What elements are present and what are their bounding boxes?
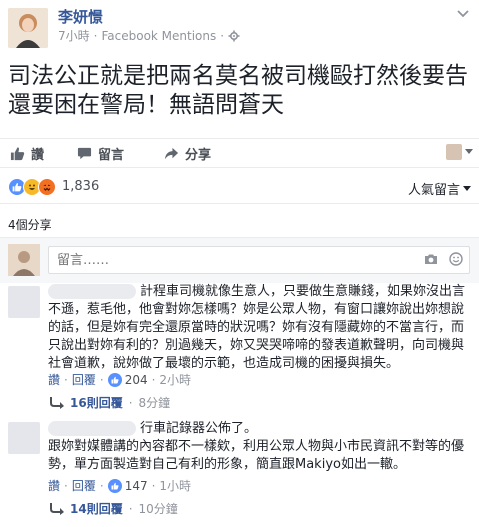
comment-icon xyxy=(77,147,92,159)
comment-time[interactable]: 2小時 xyxy=(159,371,191,388)
reply-arrow-icon xyxy=(50,502,64,515)
current-user-avatar xyxy=(8,244,40,276)
commenter-name-redacted[interactable] xyxy=(48,421,136,436)
share-icon xyxy=(164,147,179,159)
replies-count[interactable]: 16則回覆 xyxy=(70,394,123,411)
comment-text: 跟妳對媒體講的內容都不一樣欸，利用公眾人物與小市民資訊不對等的優勢，單方面製造對… xyxy=(48,439,465,472)
viewer-avatar xyxy=(446,144,462,160)
gear-icon[interactable] xyxy=(228,30,240,42)
comment-actions: 讚 · 回覆 · 204 · 2小時 xyxy=(48,371,192,388)
view-replies[interactable]: 14則回覆 · 10分鐘 xyxy=(50,500,178,517)
action-bar: 讚 留言 分享 xyxy=(0,138,479,168)
shares-count[interactable]: 4個分享 xyxy=(8,216,52,233)
view-replies[interactable]: 16則回覆 · 8分鐘 xyxy=(50,394,170,411)
comment-button[interactable]: 留言 xyxy=(77,139,124,167)
comment-reply-link[interactable]: 回覆 xyxy=(72,477,96,494)
comment-reply-link[interactable]: 回覆 xyxy=(72,371,96,388)
thumbs-up-icon xyxy=(10,146,25,160)
like-label: 讚 xyxy=(31,147,45,163)
post-header: 李妍憬 7小時 · Facebook Mentions · xyxy=(0,0,479,50)
popular-comments-dropdown[interactable]: 人氣留言 xyxy=(408,179,471,198)
share-label: 分享 xyxy=(185,147,212,163)
comment-like-count[interactable]: 147 xyxy=(107,478,148,493)
reactions-row: 1,836 人氣留言 xyxy=(0,170,479,204)
commenter-avatar[interactable] xyxy=(8,286,40,318)
reaction-icons[interactable] xyxy=(8,178,56,196)
comment-body: 計程車司機就像生意人，只要做生意賺錢，如果妳沒出言不遜，惹毛他，他會對妳怎樣嗎？… xyxy=(48,283,472,373)
author-avatar[interactable] xyxy=(8,8,48,48)
comment-like-link[interactable]: 讚 xyxy=(48,477,60,494)
post-time[interactable]: 7小時 xyxy=(58,27,90,44)
comment-actions: 讚 · 回覆 · 147 · 1小時 xyxy=(48,477,192,494)
post-via: Facebook Mentions xyxy=(101,28,217,43)
replies-time: 8分鐘 xyxy=(138,396,171,410)
like-button[interactable]: 讚 xyxy=(10,139,44,167)
chevron-down-icon xyxy=(465,149,473,154)
viewer-selector[interactable] xyxy=(446,144,473,160)
emoji-icon[interactable] xyxy=(449,252,463,266)
replies-count[interactable]: 14則回覆 xyxy=(70,500,123,517)
comment-composer xyxy=(0,237,479,283)
comment-input[interactable] xyxy=(48,246,470,274)
replies-time: 10分鐘 xyxy=(138,502,178,516)
comment-body: 行車記錄器公佈了。 跟妳對媒體講的內容都不一樣欸，利用公眾人物與小市民資訊不對等… xyxy=(48,420,472,474)
camera-icon[interactable] xyxy=(424,252,438,266)
post-text: 司法公正就是把兩名莫名被司機毆打然後要告還要困在警局！無語問蒼天 xyxy=(8,63,468,118)
like-bubble-icon xyxy=(107,372,122,387)
comment-name-suffix: 行車記錄器公佈了。 xyxy=(140,421,258,436)
like-bubble-icon xyxy=(107,478,122,493)
popular-comments-label: 人氣留言 xyxy=(407,183,460,198)
comment-time[interactable]: 1小時 xyxy=(159,477,191,494)
author-name[interactable]: 李妍憬 xyxy=(58,6,103,27)
reply-arrow-icon xyxy=(50,396,64,409)
chevron-down-icon xyxy=(463,185,471,191)
commenter-name-redacted[interactable] xyxy=(48,284,136,299)
comment-like-link[interactable]: 讚 xyxy=(48,371,60,388)
chevron-down-icon[interactable] xyxy=(457,10,469,18)
share-button[interactable]: 分享 xyxy=(164,139,211,167)
comment-like-count[interactable]: 204 xyxy=(107,372,148,387)
comment-label: 留言 xyxy=(98,147,125,163)
composer-tools xyxy=(424,252,463,266)
commenter-avatar[interactable] xyxy=(8,422,40,454)
reaction-count[interactable]: 1,836 xyxy=(62,179,99,194)
post-meta: 7小時 · Facebook Mentions · xyxy=(58,27,240,44)
pumpkin-reaction-icon xyxy=(38,178,56,196)
